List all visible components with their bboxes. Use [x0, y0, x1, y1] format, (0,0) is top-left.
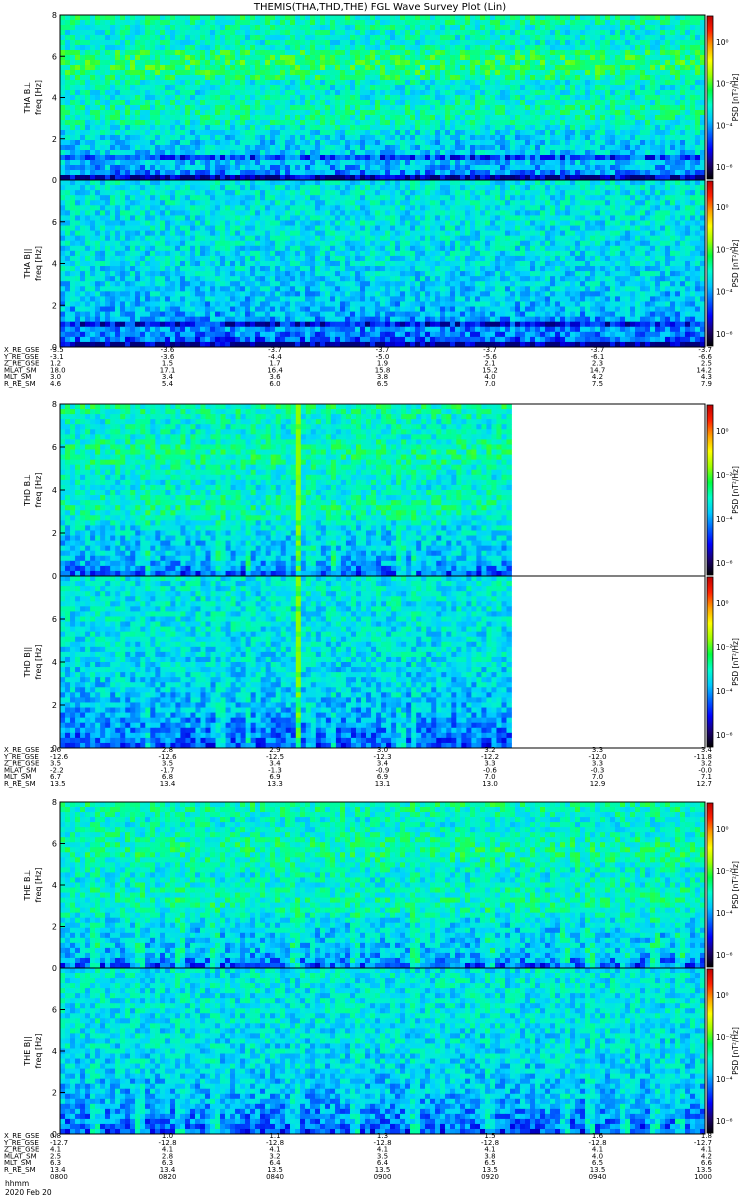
ephemeris-row-label: R_RE_SM [4, 380, 36, 388]
panel-ylabel: THE B|| [23, 1036, 32, 1066]
colorbar-label: PSD [nT²/Hz] [731, 638, 740, 686]
ephemeris-value: 6.5 [377, 380, 388, 388]
y-tick-label: 8 [52, 11, 57, 20]
ephemeris-value: 13.5 [50, 780, 66, 788]
colorbar-tick-label: 10⁻⁶ [716, 731, 733, 740]
colorbar-tick-label: 10⁰ [716, 825, 729, 834]
colorbar-tick-label: 10⁻⁶ [716, 559, 733, 568]
colorbar-tick-label: 10⁻⁴ [716, 515, 733, 524]
ephemeris-value: 5.4 [162, 380, 174, 388]
y-tick-label: 6 [52, 52, 57, 61]
y-tick-label: 4 [52, 486, 57, 495]
colorbar-tick-label: 10⁻⁴ [716, 909, 733, 918]
colorbar-tick-label: 10⁻⁴ [716, 121, 733, 130]
plot-layer: 02468THA B⊥ freq [Hz]10⁰10⁻²10⁻⁴10⁻⁶PSD [… [3, 11, 740, 1181]
ephemeris-value: 0820 [159, 1173, 177, 1181]
colorbar-tick-label: 10⁰ [716, 38, 729, 47]
ephemeris-thd: X_RE_GSEY_RE_GSEZ_RE_GSEMLAT_SMMLT_SMR_R… [3, 746, 713, 788]
heatmap-panel-the-bpar: 0246THE B|| freq [Hz]10⁰10⁻²10⁻⁴10⁻⁶PSD [… [23, 967, 740, 1139]
heatmap-panel-tha-bpar: 0246THA B|| freq [Hz]10⁰10⁻²10⁻⁴10⁻⁶PSD [… [23, 179, 740, 352]
colorbar-label: PSD [nT²/Hz] [731, 466, 740, 514]
panel-yunit: freq [Hz] [34, 473, 43, 508]
y-tick-label: 2 [52, 529, 57, 538]
y-tick-label: 8 [52, 798, 57, 807]
heatmap-panel-the-bperp: 02468THE B⊥ freq [Hz]10⁰10⁻²10⁻⁴10⁻⁶PSD [… [23, 798, 740, 973]
colorbar-label: PSD [nT²/Hz] [731, 1027, 740, 1075]
y-tick-label: 4 [52, 1047, 57, 1056]
colorbar-label: PSD [nT²/Hz] [731, 240, 740, 288]
ephemeris-value: 0940 [589, 1173, 607, 1181]
y-tick-label: 4 [52, 658, 57, 667]
panel-yunit: freq [Hz] [34, 645, 43, 680]
y-tick-label: 2 [52, 135, 57, 144]
y-tick-label: 0 [52, 572, 57, 581]
colorbar-tick-label: 10⁻⁴ [716, 687, 733, 696]
ephemeris-value: 7.9 [701, 380, 712, 388]
y-tick-label: 4 [52, 94, 57, 103]
colorbar-tick-label: 10⁰ [716, 427, 729, 436]
ephemeris-value: 12.9 [590, 780, 606, 788]
ephemeris-row-label: R_RE_SM [4, 1166, 36, 1174]
panel-yunit: freq [Hz] [34, 1034, 43, 1069]
ephemeris-row-label: R_RE_SM [4, 780, 36, 788]
colorbar-tick-label: 10⁰ [716, 599, 729, 608]
footer-hhmm-label: hhmm [5, 1179, 29, 1188]
colorbar-tick-label: 10⁻⁶ [716, 1117, 733, 1126]
y-tick-label: 6 [52, 218, 57, 227]
y-tick-label: 2 [52, 1089, 57, 1098]
ephemeris-value: 13.3 [267, 780, 283, 788]
y-tick-label: 6 [52, 840, 57, 849]
panel-yunit: freq [Hz] [34, 80, 43, 115]
y-tick-label: 0 [52, 176, 57, 185]
ephemeris-value: 13.0 [482, 780, 498, 788]
ephemeris-value: 6.0 [269, 380, 280, 388]
ephemeris-value: 7.5 [592, 380, 603, 388]
colorbar-tick-label: 10⁻⁶ [716, 163, 733, 172]
ephemeris-value: 0840 [266, 1173, 284, 1181]
panel-ylabel: THA B|| [23, 249, 32, 280]
y-tick-label: 4 [52, 260, 57, 269]
ephemeris-value: 4.6 [50, 380, 62, 388]
y-tick-label: 6 [52, 1006, 57, 1015]
y-tick-label: 8 [52, 400, 57, 409]
y-tick-label: 2 [52, 701, 57, 710]
ephemeris-value: 13.4 [160, 780, 176, 788]
ephemeris-value: 1000 [694, 1173, 712, 1181]
colorbar-label: PSD [nT²/Hz] [731, 74, 740, 122]
colorbar-tick-label: 10⁻⁴ [716, 1075, 733, 1084]
y-tick-label: 6 [52, 615, 57, 624]
panel-yunit: freq [Hz] [34, 246, 43, 281]
y-tick-label: 6 [52, 443, 57, 452]
panel-ylabel: THD B|| [23, 647, 32, 678]
panel-ylabel: THA B⊥ [23, 82, 32, 114]
colorbar-tick-label: 10⁻⁶ [716, 951, 733, 960]
ephemeris-value: 0800 [50, 1173, 68, 1181]
panel-ylabel: THD B⊥ [23, 474, 32, 507]
ephemeris-value: 0920 [481, 1173, 499, 1181]
y-tick-label: 2 [52, 923, 57, 932]
footer-date-label: 2020 Feb 20 [5, 1188, 52, 1197]
ephemeris-value: 7.0 [484, 380, 495, 388]
wave-survey-figure: THEMIS(THA,THD,THE) FGL Wave Survey Plot… [3, 2, 740, 1197]
colorbar-tick-label: 10⁰ [716, 203, 729, 212]
heatmap-panel-tha-bperp: 02468THA B⊥ freq [Hz]10⁰10⁻²10⁻⁴10⁻⁶PSD [… [23, 11, 740, 185]
ephemeris-tha: X_RE_GSEY_RE_GSEZ_RE_GSEMLAT_SMMLT_SMR_R… [3, 346, 713, 388]
colorbar-label: PSD [nT²/Hz] [731, 861, 740, 909]
colorbar-tick-label: 10⁻⁶ [716, 330, 733, 339]
panel-ylabel: THE B⊥ [23, 869, 32, 901]
colorbar-tick-label: 10⁰ [716, 991, 729, 1000]
y-tick-label: 4 [52, 881, 57, 890]
heatmap-panel-thd-bpar: 0246THD B|| freq [Hz]10⁰10⁻²10⁻⁴10⁻⁶PSD [… [23, 575, 740, 753]
ephemeris-value: 12.7 [696, 780, 712, 788]
heatmap-panel-thd-bperp: 02468THD B⊥ freq [Hz]10⁰10⁻²10⁻⁴10⁻⁶PSD [… [23, 400, 740, 581]
panel-yunit: freq [Hz] [34, 868, 43, 903]
colorbar-tick-label: 10⁻⁴ [716, 288, 733, 297]
ephemeris-the: X_RE_GSEY_RE_GSEZ_RE_GSEMLAT_SMMLT_SMR_R… [3, 1132, 713, 1181]
ephemeris-value: 0900 [374, 1173, 392, 1181]
y-tick-label: 2 [52, 301, 57, 310]
ephemeris-value: 13.1 [375, 780, 391, 788]
y-tick-label: 0 [52, 964, 57, 973]
figure-title: THEMIS(THA,THD,THE) FGL Wave Survey Plot… [253, 2, 506, 13]
